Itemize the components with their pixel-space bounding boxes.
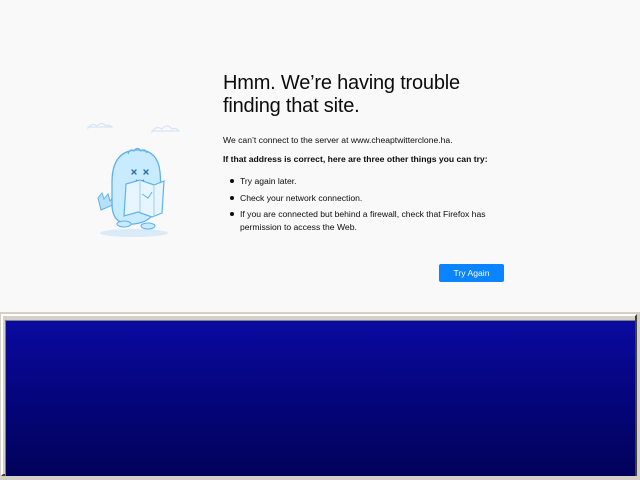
list-item: If you are connected but behind a firewa…: [230, 208, 513, 233]
suggestion-text: If you are connected but behind a firewa…: [240, 209, 486, 232]
suggestion-text: Check your network connection.: [240, 192, 363, 203]
list-item: Try again later.: [230, 175, 513, 188]
blue-panel-window: [0, 312, 640, 480]
bullet-icon: [230, 212, 234, 216]
error-content: Hmm. We’re having trouble finding that s…: [223, 72, 513, 237]
bullet-icon: [230, 195, 234, 200]
error-page: Hmm. We’re having trouble finding that s…: [0, 0, 640, 312]
suggestions-list: Try again later. Check your network conn…: [223, 175, 513, 233]
blue-panel-content[interactable]: [5, 320, 635, 476]
bullet-icon: [230, 179, 234, 183]
page-title: Hmm. We’re having trouble finding that s…: [223, 72, 460, 117]
try-again-button[interactable]: Try Again: [439, 264, 504, 282]
list-item: Check your network connection.: [230, 192, 513, 205]
suggestion-text: Try again later.: [240, 176, 297, 186]
dinosaur-with-map-icon: [84, 120, 196, 242]
suggestions-heading: If that address is correct, here are thr…: [223, 154, 488, 164]
error-description: We can’t connect to the server at www.ch…: [223, 135, 453, 145]
